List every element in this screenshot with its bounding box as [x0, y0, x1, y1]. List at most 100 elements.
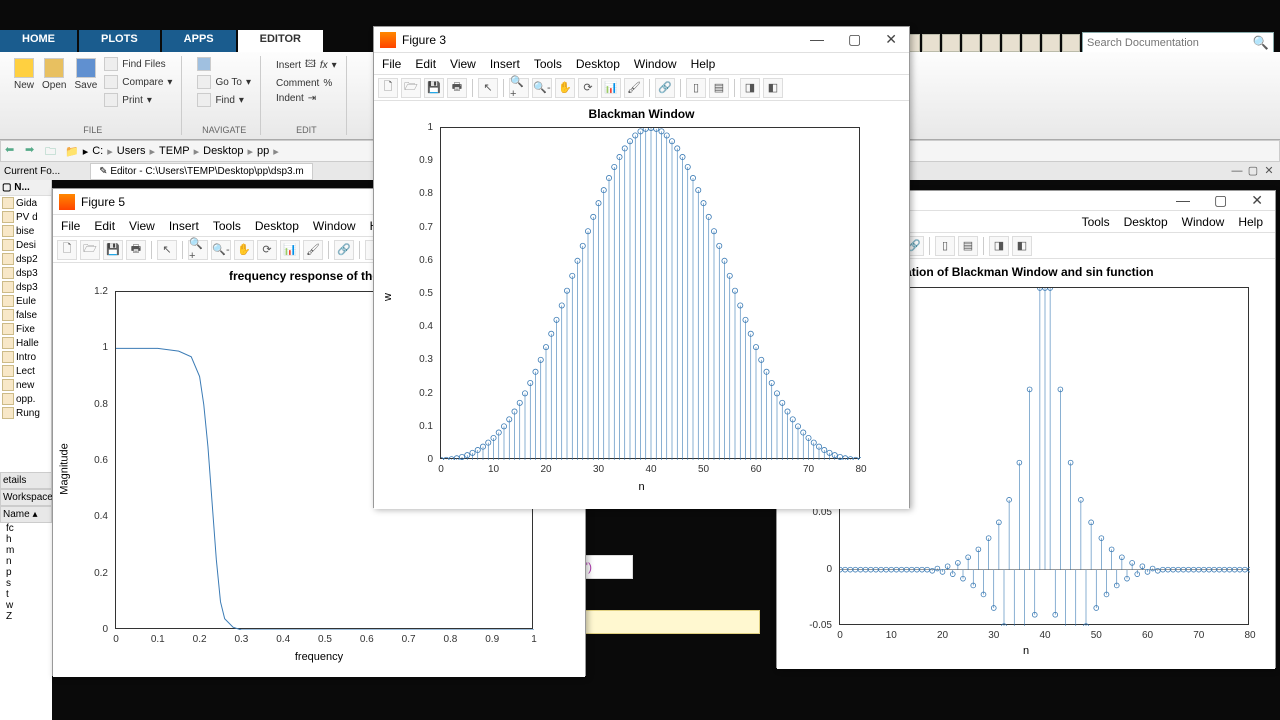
- close-icon[interactable]: ✕: [879, 31, 903, 48]
- crumb[interactable]: TEMP: [159, 145, 190, 157]
- file-item[interactable]: Eule: [0, 294, 51, 308]
- ws-col-header[interactable]: Name ▴: [0, 506, 52, 523]
- save-button[interactable]: Save: [72, 56, 99, 125]
- menu-edit[interactable]: Edit: [415, 57, 436, 71]
- colorbar-icon[interactable]: ▯: [935, 236, 955, 256]
- pointer-icon[interactable]: ↖: [478, 78, 498, 98]
- menu-view[interactable]: View: [450, 57, 476, 71]
- workspace-var[interactable]: n: [0, 556, 52, 567]
- dock2-icon[interactable]: ◧: [1012, 236, 1032, 256]
- save-icon[interactable]: 💾: [103, 240, 123, 260]
- min-icon[interactable]: —: [1170, 192, 1196, 209]
- menu-help[interactable]: Help: [1238, 215, 1263, 229]
- crumb-drive[interactable]: C:: [92, 145, 103, 157]
- file-item[interactable]: Halle: [0, 336, 51, 350]
- file-item[interactable]: Desi: [0, 238, 51, 252]
- file-item[interactable]: dsp2: [0, 252, 51, 266]
- new-fig-icon[interactable]: 🗋: [378, 78, 398, 98]
- file-item[interactable]: dsp3: [0, 280, 51, 294]
- menu-desktop[interactable]: Desktop: [255, 219, 299, 233]
- link-icon[interactable]: 🔗: [334, 240, 354, 260]
- search-input[interactable]: [1087, 37, 1253, 49]
- qa-btn[interactable]: [922, 34, 940, 52]
- file-item[interactable]: Intro: [0, 350, 51, 364]
- menu-desktop[interactable]: Desktop: [576, 57, 620, 71]
- qa-btn[interactable]: [1062, 34, 1080, 52]
- menu-window[interactable]: Window: [1182, 215, 1225, 229]
- qa-btn[interactable]: [942, 34, 960, 52]
- crumb[interactable]: pp: [257, 145, 269, 157]
- rotate-icon[interactable]: ⟳: [578, 78, 598, 98]
- file-item[interactable]: Lect: [0, 364, 51, 378]
- menu-tools[interactable]: Tools: [534, 57, 562, 71]
- dock-icon[interactable]: ◨: [740, 78, 760, 98]
- find-button[interactable]: Find ▾: [196, 92, 252, 108]
- menu-desktop[interactable]: Desktop: [1124, 215, 1168, 229]
- print-icon[interactable]: 🖶: [447, 78, 467, 98]
- workspace-var[interactable]: m: [0, 545, 52, 556]
- min-icon[interactable]: —: [1230, 164, 1244, 178]
- tab-editor[interactable]: EDITOR: [238, 30, 323, 52]
- menu-window[interactable]: Window: [313, 219, 356, 233]
- file-item[interactable]: PV d: [0, 210, 51, 224]
- qa-btn[interactable]: [1002, 34, 1020, 52]
- colorbar-icon[interactable]: ▯: [686, 78, 706, 98]
- workspace-var[interactable]: fc: [0, 523, 52, 534]
- max-icon[interactable]: ▢: [842, 31, 867, 48]
- col-header[interactable]: ▢ N...: [0, 180, 51, 196]
- file-item[interactable]: new: [0, 378, 51, 392]
- print-icon[interactable]: 🖶: [126, 240, 146, 260]
- open-icon[interactable]: 🗁: [401, 78, 421, 98]
- file-item[interactable]: Gida: [0, 196, 51, 210]
- pan-icon[interactable]: ✋: [234, 240, 254, 260]
- pan-icon[interactable]: ✋: [555, 78, 575, 98]
- workspace-var[interactable]: t: [0, 589, 52, 600]
- close-icon[interactable]: ✕: [1262, 164, 1276, 178]
- datatip-icon[interactable]: 📊: [280, 240, 300, 260]
- workspace-var[interactable]: h: [0, 534, 52, 545]
- editor-doc-tab[interactable]: ✎ Editor - C:\Users\TEMP\Desktop\pp\dsp3…: [90, 163, 313, 180]
- file-item[interactable]: opp.: [0, 392, 51, 406]
- file-item[interactable]: Rung: [0, 406, 51, 420]
- legend-icon[interactable]: ▤: [709, 78, 729, 98]
- tab-apps[interactable]: APPS: [162, 30, 236, 52]
- open-icon[interactable]: 🗁: [80, 240, 100, 260]
- workspace-var[interactable]: s: [0, 578, 52, 589]
- compare-button[interactable]: Compare ▾: [103, 74, 173, 90]
- max-icon[interactable]: ▢: [1208, 192, 1233, 209]
- close-icon[interactable]: ✕: [1245, 192, 1269, 209]
- nav-back[interactable]: [196, 56, 252, 72]
- rotate-icon[interactable]: ⟳: [257, 240, 277, 260]
- search-documentation[interactable]: 🔍: [1082, 32, 1274, 54]
- brush-icon[interactable]: 🖌: [624, 78, 644, 98]
- qa-btn[interactable]: [1042, 34, 1060, 52]
- zoomin-icon[interactable]: 🔍+: [509, 78, 529, 98]
- dock2-icon[interactable]: ◧: [763, 78, 783, 98]
- path-fwd-icon[interactable]: ➡: [25, 143, 41, 159]
- zoomout-icon[interactable]: 🔍-: [211, 240, 231, 260]
- link-icon[interactable]: 🔗: [655, 78, 675, 98]
- tab-plots[interactable]: PLOTS: [79, 30, 160, 52]
- datatip-icon[interactable]: 📊: [601, 78, 621, 98]
- menu-view[interactable]: View: [129, 219, 155, 233]
- file-item[interactable]: false: [0, 308, 51, 322]
- details-header[interactable]: etails: [0, 472, 52, 489]
- path-up-icon[interactable]: 🗀: [45, 143, 61, 159]
- indent-button[interactable]: Indent ⇥: [275, 92, 338, 105]
- file-item[interactable]: bise: [0, 224, 51, 238]
- findfiles-button[interactable]: Find Files: [103, 56, 173, 72]
- crumb[interactable]: Desktop: [203, 145, 243, 157]
- workspace-var[interactable]: Z: [0, 611, 52, 622]
- legend-icon[interactable]: ▤: [958, 236, 978, 256]
- open-button[interactable]: Open: [40, 56, 68, 125]
- figure3-titlebar[interactable]: Figure 3 —▢✕: [374, 27, 909, 53]
- menu-tools[interactable]: Tools: [1082, 215, 1110, 229]
- new-button[interactable]: New: [12, 56, 36, 125]
- zoomout-icon[interactable]: 🔍-: [532, 78, 552, 98]
- qa-btn[interactable]: [1022, 34, 1040, 52]
- menu-edit[interactable]: Edit: [94, 219, 115, 233]
- pointer-icon[interactable]: ↖: [157, 240, 177, 260]
- file-item[interactable]: dsp3: [0, 266, 51, 280]
- insert-button[interactable]: Insert 🖾 fx ▾: [275, 56, 338, 75]
- save-icon[interactable]: 💾: [424, 78, 444, 98]
